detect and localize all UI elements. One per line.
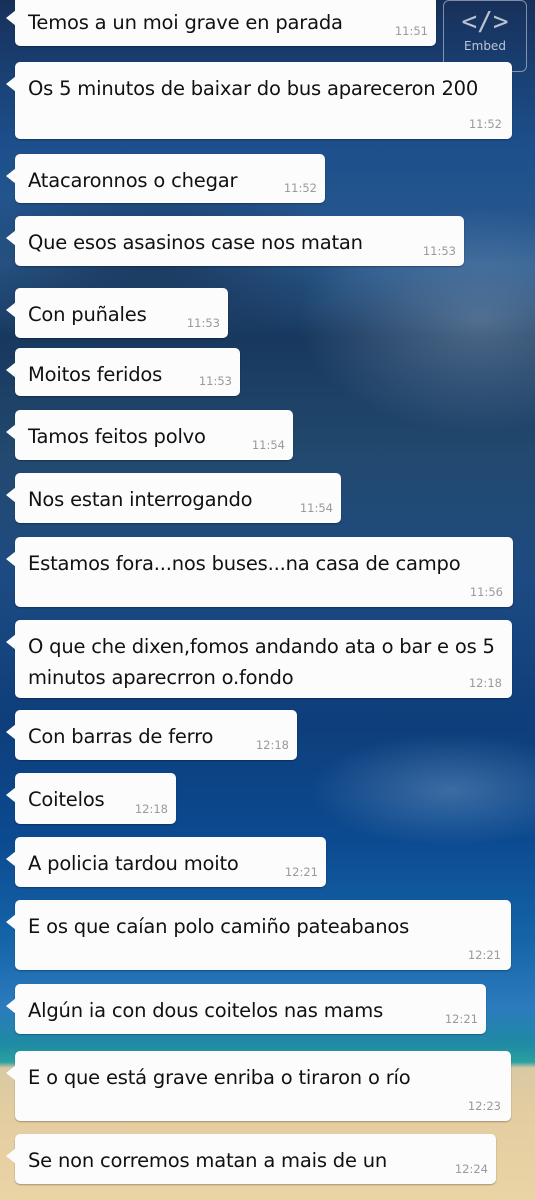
message-bubble[interactable]: Con puñales 11:53 xyxy=(6,288,228,338)
message-text: Que esos asasinos case nos matan xyxy=(28,231,363,254)
message-text: Os 5 minutos de baixar do bus apareceron… xyxy=(28,77,479,100)
message-text: Se non corremos matan a mais de un xyxy=(28,1149,388,1172)
message-text: E o que está grave enriba o tiraron o rí… xyxy=(28,1066,411,1089)
message-text: Atacaronnos o chegar xyxy=(28,169,238,192)
message-bubble[interactable]: Nos estan interrogando 11:54 xyxy=(6,473,341,523)
message-bubble[interactable]: Os 5 minutos de baixar do bus apareceron… xyxy=(6,62,512,139)
message-bubble[interactable]: O que che dixen,fomos andando ata o bar … xyxy=(6,620,512,698)
message-bubble[interactable]: E os que caían polo camiño pateabanos 12… xyxy=(6,900,511,970)
message-time: 11:52 xyxy=(468,117,502,131)
message-time: 11:56 xyxy=(469,585,503,599)
message-bubble[interactable]: Estamos fora...nos buses...na casa de ca… xyxy=(6,537,513,607)
message-bubble[interactable]: E o que está grave enriba o tiraron o rí… xyxy=(6,1051,511,1121)
message-time: 11:54 xyxy=(251,438,285,452)
message-text: Tamos feitos polvo xyxy=(28,425,206,448)
message-bubble[interactable]: Que esos asasinos case nos matan 11:53 xyxy=(6,216,464,266)
message-bubble[interactable]: Moitos feridos 11:53 xyxy=(6,348,240,396)
message-time: 12:24 xyxy=(454,1162,488,1176)
message-text: Nos estan interrogando xyxy=(28,488,253,511)
message-time: 11:53 xyxy=(186,316,220,330)
message-bubble[interactable]: Atacaronnos o chegar 11:52 xyxy=(6,154,325,203)
message-text: Con barras de ferro xyxy=(28,725,214,748)
message-time: 11:53 xyxy=(422,244,456,258)
message-time: 11:54 xyxy=(299,501,333,515)
message-bubble[interactable]: Se non corremos matan a mais de un 12:24 xyxy=(6,1134,496,1184)
message-time: 11:51 xyxy=(394,24,428,38)
message-bubble[interactable]: Coitelos 12:18 xyxy=(6,773,176,824)
message-text: E os que caían polo camiño pateabanos xyxy=(28,915,410,938)
message-bubble[interactable]: Tamos feitos polvo 11:54 xyxy=(6,410,293,460)
message-time: 12:18 xyxy=(134,802,168,816)
message-time: 12:18 xyxy=(468,676,502,690)
message-time: 12:21 xyxy=(467,948,501,962)
message-time: 11:53 xyxy=(198,374,232,388)
message-text: Temos a un moi grave en parada xyxy=(28,11,343,34)
message-bubble[interactable]: Con barras de ferro 12:18 xyxy=(6,710,297,760)
message-bubble[interactable]: A policia tardou moito 12:21 xyxy=(6,837,326,887)
message-text: Algún ia con dous coitelos nas mams xyxy=(28,999,384,1022)
message-time: 12:21 xyxy=(444,1012,478,1026)
message-bubble[interactable]: Algún ia con dous coitelos nas mams 12:2… xyxy=(6,984,486,1034)
message-text: A policia tardou moito xyxy=(28,852,239,875)
message-text: Estamos fora...nos buses...na casa de ca… xyxy=(28,552,461,575)
code-embed-icon: </> xyxy=(461,7,509,37)
message-time: 12:21 xyxy=(284,865,318,879)
message-time: 11:52 xyxy=(283,181,317,195)
message-time: 12:23 xyxy=(467,1099,501,1113)
message-time: 12:18 xyxy=(255,738,289,752)
embed-label: Embed xyxy=(464,39,506,53)
message-text: O que che dixen,fomos andando ata o bar … xyxy=(28,635,501,689)
message-bubble[interactable]: Temos a un moi grave en parada 11:51 xyxy=(6,0,436,46)
